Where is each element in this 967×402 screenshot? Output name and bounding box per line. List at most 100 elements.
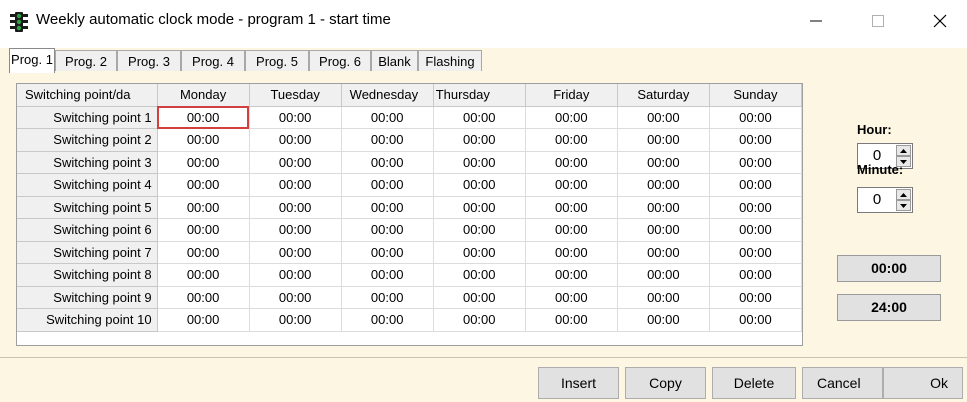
time-cell[interactable]: 00:00	[341, 173, 434, 197]
time-cell[interactable]: 00:00	[157, 106, 250, 129]
tab-prog-6[interactable]: Prog. 6	[309, 50, 371, 71]
time-cell[interactable]: 00:00	[617, 106, 710, 129]
close-button[interactable]	[917, 6, 963, 36]
switching-point-label[interactable]: Switching point 6	[17, 218, 158, 242]
time-cell[interactable]: 00:00	[341, 128, 434, 152]
time-cell[interactable]: 00:00	[709, 286, 802, 309]
minimize-button[interactable]	[793, 6, 839, 36]
time-cell[interactable]: 00:00	[341, 218, 434, 242]
day-header-monday[interactable]: Monday	[157, 84, 250, 107]
time-cell[interactable]: 00:00	[157, 173, 250, 197]
time-cell[interactable]: 00:00	[341, 151, 434, 174]
time-cell[interactable]: 00:00	[157, 218, 250, 242]
tab-flashing[interactable]: Flashing	[418, 50, 482, 71]
time-cell[interactable]: 00:00	[433, 106, 526, 129]
tab-blank[interactable]: Blank	[371, 50, 418, 71]
minute-down-button[interactable]	[896, 200, 911, 211]
delete-button[interactable]: Delete	[712, 367, 796, 399]
time-cell[interactable]: 00:00	[433, 308, 526, 332]
time-cell[interactable]: 00:00	[433, 151, 526, 174]
set-2400-button[interactable]: 24:00	[837, 294, 941, 321]
minute-spinner[interactable]: 0	[857, 187, 913, 213]
time-cell[interactable]: 00:00	[341, 241, 434, 264]
time-cell[interactable]: 00:00	[525, 196, 618, 219]
time-cell[interactable]: 00:00	[525, 218, 618, 242]
time-cell[interactable]: 00:00	[709, 218, 802, 242]
switching-point-label[interactable]: Switching point 4	[17, 173, 158, 197]
day-header-wednesday[interactable]: Wednesday	[341, 84, 434, 107]
switching-point-label[interactable]: Switching point 8	[17, 263, 158, 287]
time-cell[interactable]: 00:00	[709, 196, 802, 219]
time-cell[interactable]: 00:00	[249, 151, 342, 174]
time-cell[interactable]: 00:00	[433, 263, 526, 287]
time-cell[interactable]: 00:00	[709, 241, 802, 264]
switching-point-label[interactable]: Switching point 9	[17, 286, 158, 309]
day-header-friday[interactable]: Friday	[525, 84, 618, 107]
switching-point-label[interactable]: Switching point 5	[17, 196, 158, 219]
time-cell[interactable]: 00:00	[709, 106, 802, 129]
time-cell[interactable]: 00:00	[433, 218, 526, 242]
schedule-grid[interactable]: Switching point/da Monday Tuesday Wednes…	[16, 83, 803, 346]
tab-prog-4[interactable]: Prog. 4	[181, 50, 245, 71]
time-cell[interactable]: 00:00	[433, 128, 526, 152]
time-cell[interactable]: 00:00	[433, 286, 526, 309]
tab-prog-3[interactable]: Prog. 3	[117, 50, 181, 71]
ok-button[interactable]: Ok	[883, 367, 963, 399]
switching-point-label[interactable]: Switching point 10	[17, 308, 158, 332]
time-cell[interactable]: 00:00	[249, 263, 342, 287]
time-cell[interactable]: 00:00	[249, 286, 342, 309]
time-cell[interactable]: 00:00	[341, 286, 434, 309]
tab-prog-2[interactable]: Prog. 2	[55, 50, 117, 71]
time-cell[interactable]: 00:00	[617, 151, 710, 174]
time-cell[interactable]: 00:00	[617, 196, 710, 219]
time-cell[interactable]: 00:00	[249, 106, 342, 129]
time-cell[interactable]: 00:00	[617, 173, 710, 197]
time-cell[interactable]: 00:00	[249, 218, 342, 242]
switching-point-label[interactable]: Switching point 2	[17, 128, 158, 152]
time-cell[interactable]: 00:00	[341, 308, 434, 332]
time-cell[interactable]: 00:00	[709, 128, 802, 152]
cancel-button[interactable]: Cancel	[802, 367, 883, 399]
time-cell[interactable]: 00:00	[617, 263, 710, 287]
time-cell[interactable]: 00:00	[709, 151, 802, 174]
time-cell[interactable]: 00:00	[249, 128, 342, 152]
time-cell[interactable]: 00:00	[157, 196, 250, 219]
time-cell[interactable]: 00:00	[249, 308, 342, 332]
time-cell[interactable]: 00:00	[617, 286, 710, 309]
set-0000-button[interactable]: 00:00	[837, 255, 941, 282]
day-header-saturday[interactable]: Saturday	[617, 84, 710, 107]
time-cell[interactable]: 00:00	[157, 308, 250, 332]
minute-up-button[interactable]	[896, 189, 911, 200]
switching-point-label[interactable]: Switching point 3	[17, 151, 158, 174]
time-cell[interactable]: 00:00	[709, 263, 802, 287]
time-cell[interactable]: 00:00	[617, 128, 710, 152]
tab-prog-1[interactable]: Prog. 1	[9, 48, 55, 73]
time-cell[interactable]: 00:00	[157, 241, 250, 264]
switching-point-label[interactable]: Switching point 7	[17, 241, 158, 264]
time-cell[interactable]: 00:00	[525, 151, 618, 174]
day-header-sunday[interactable]: Sunday	[709, 84, 802, 107]
time-cell[interactable]: 00:00	[525, 286, 618, 309]
copy-button[interactable]: Copy	[625, 367, 706, 399]
switching-point-label[interactable]: Switching point 1	[17, 106, 158, 129]
time-cell[interactable]: 00:00	[525, 128, 618, 152]
time-cell[interactable]: 00:00	[617, 241, 710, 264]
time-cell[interactable]: 00:00	[525, 173, 618, 197]
tab-prog-5[interactable]: Prog. 5	[245, 50, 309, 71]
time-cell[interactable]: 00:00	[709, 308, 802, 332]
time-cell[interactable]: 00:00	[157, 128, 250, 152]
time-cell[interactable]: 00:00	[525, 106, 618, 129]
minute-value[interactable]: 0	[858, 188, 896, 212]
time-cell[interactable]: 00:00	[709, 173, 802, 197]
time-cell[interactable]: 00:00	[433, 173, 526, 197]
time-cell[interactable]: 00:00	[157, 286, 250, 309]
time-cell[interactable]: 00:00	[249, 196, 342, 219]
time-cell[interactable]: 00:00	[617, 218, 710, 242]
time-cell[interactable]: 00:00	[249, 241, 342, 264]
time-cell[interactable]: 00:00	[341, 196, 434, 219]
day-header-thursday[interactable]: Thursday	[433, 84, 526, 107]
time-cell[interactable]: 00:00	[157, 151, 250, 174]
maximize-button[interactable]	[855, 6, 901, 36]
hour-up-button[interactable]	[896, 145, 911, 156]
time-cell[interactable]: 00:00	[249, 173, 342, 197]
